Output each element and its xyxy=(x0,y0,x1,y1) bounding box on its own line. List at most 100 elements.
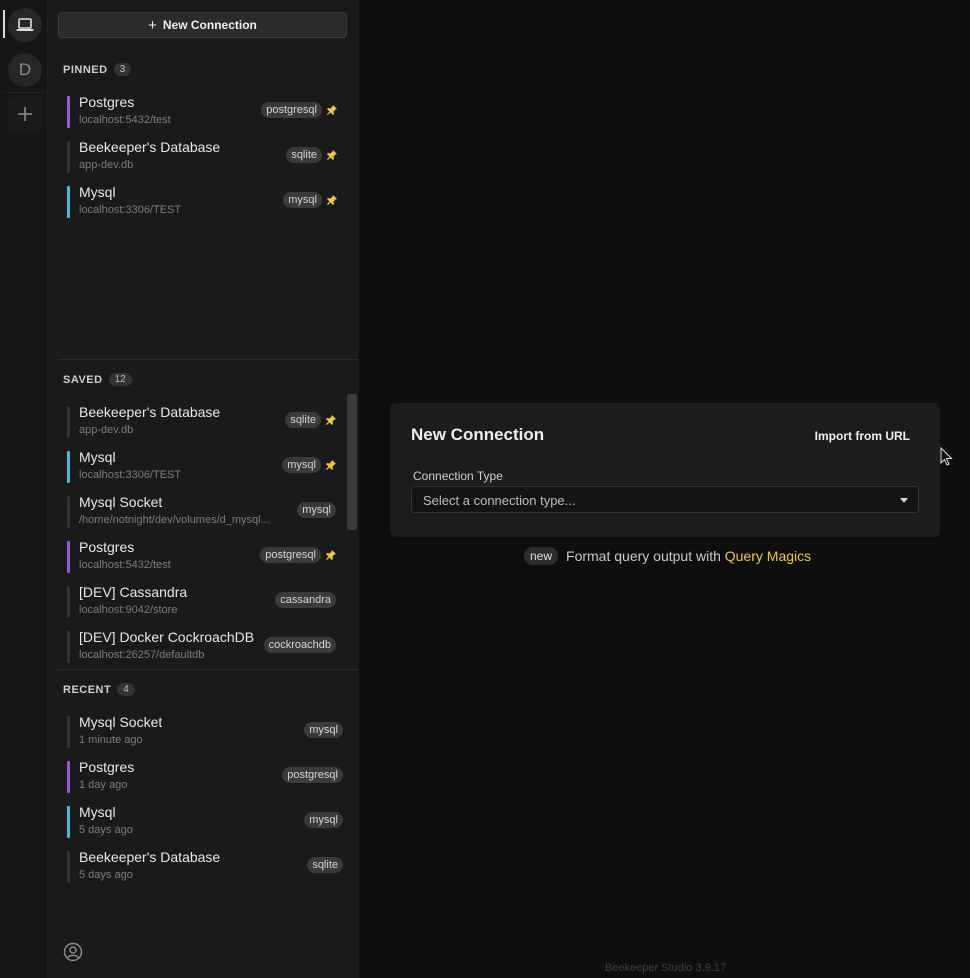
db-type-badge: mysql xyxy=(297,502,336,518)
new-connection-button[interactable]: + New Connection xyxy=(58,12,347,38)
connection-item[interactable]: Beekeeper's Database app-dev.db sqlite xyxy=(58,402,338,447)
connection-color-bar xyxy=(67,496,70,528)
connection-item[interactable]: Beekeeper's Database app-dev.db sqlite xyxy=(58,137,347,182)
connection-item[interactable]: Mysql 5 days ago mysql xyxy=(58,802,347,847)
connection-subtitle: /home/notnight/dev/volumes/d_mysql... xyxy=(79,514,270,526)
pin-icon[interactable] xyxy=(326,460,336,470)
recent-title: RECENT xyxy=(63,683,112,696)
connection-subtitle: 5 days ago xyxy=(79,824,133,836)
pin-icon[interactable] xyxy=(327,105,337,115)
connection-meta: mysql xyxy=(304,812,343,828)
new-connection-card: New Connection Import from URL Connectio… xyxy=(390,403,940,537)
caret-down-icon xyxy=(900,498,908,503)
connection-color-bar xyxy=(67,96,70,128)
saved-list: Beekeeper's Database app-dev.db sqlite Mysq… xyxy=(58,402,338,664)
plus-icon: + xyxy=(148,16,157,34)
connection-color-bar xyxy=(67,851,70,883)
select-placeholder: Select a connection type... xyxy=(423,493,576,508)
saved-scrollbar[interactable] xyxy=(347,394,357,530)
connection-subtitle: localhost:3306/TEST xyxy=(79,204,182,216)
new-connection-label: New Connection xyxy=(162,18,257,32)
connection-name: Postgres xyxy=(79,539,135,555)
connection-subtitle: localhost:26257/defaultdb xyxy=(79,649,205,661)
promo-banner: new Format query output with Query Magic… xyxy=(524,547,811,565)
connection-sidebar: + New Connection PINNED 3 Postgres localh… xyxy=(48,0,359,978)
db-type-badge: sqlite xyxy=(307,857,343,873)
connection-item[interactable]: Postgres localhost:5432/test postgresql xyxy=(58,92,347,137)
connection-item[interactable]: [DEV] Cassandra localhost:9042/store cassa… xyxy=(58,582,338,627)
connection-meta: cockroachdb xyxy=(263,637,336,653)
connection-color-bar xyxy=(67,406,70,438)
connection-subtitle: 1 day ago xyxy=(79,779,128,791)
mouse-cursor-icon xyxy=(940,447,953,466)
recent-header: RECENT 4 xyxy=(63,683,135,696)
new-badge: new xyxy=(524,547,559,565)
workspace-letter: D xyxy=(18,60,32,79)
connection-item[interactable]: [DEV] Docker CockroachDB localhost:26257/… xyxy=(58,627,338,664)
pinned-title: PINNED xyxy=(63,63,108,76)
connection-color-bar xyxy=(67,716,70,748)
saved-count: 12 xyxy=(108,373,132,386)
connection-name: Mysql xyxy=(79,449,116,465)
connection-meta: mysql xyxy=(304,722,343,738)
connection-item[interactable]: Mysql localhost:3306/TEST mysql xyxy=(58,182,347,227)
version-label: Beekeeper Studio 3.9.17 xyxy=(605,962,727,974)
activity-bar: D xyxy=(0,0,48,978)
user-circle-icon[interactable] xyxy=(63,942,83,962)
connection-color-bar xyxy=(67,541,70,573)
db-type-badge: cassandra xyxy=(275,592,336,608)
connection-meta: postgresql xyxy=(260,547,336,563)
connection-subtitle: localhost:5432/test xyxy=(79,559,171,571)
connection-name: Postgres xyxy=(79,759,135,775)
db-type-badge: mysql xyxy=(304,722,343,738)
connection-subtitle: 5 days ago xyxy=(79,869,133,881)
import-from-url-button[interactable]: Import from URL xyxy=(815,429,910,443)
db-type-badge: postgresql xyxy=(260,547,321,563)
connection-name: [DEV] Cassandra xyxy=(79,584,188,600)
recent-count: 4 xyxy=(117,683,135,696)
connection-meta: mysql xyxy=(297,502,336,518)
pin-icon[interactable] xyxy=(326,415,336,425)
saved-scroll-area[interactable]: Beekeeper's Database app-dev.db sqlite Mysq… xyxy=(58,402,359,664)
connection-meta: mysql xyxy=(283,192,337,208)
db-type-badge: cockroachdb xyxy=(263,637,336,653)
pin-icon[interactable] xyxy=(326,550,336,560)
connection-type-select[interactable]: Select a connection type... xyxy=(411,486,919,513)
recent-list: Mysql Socket 1 minute ago mysql Postgres 1 d… xyxy=(58,712,347,892)
workspace-avatar[interactable]: D xyxy=(8,53,42,87)
connection-name: Mysql xyxy=(79,804,116,820)
saved-title: SAVED xyxy=(63,373,103,386)
connection-color-bar xyxy=(67,186,70,218)
db-type-badge: mysql xyxy=(304,812,343,828)
connection-color-bar xyxy=(67,631,70,663)
connection-color-bar xyxy=(67,806,70,838)
add-workspace-button[interactable] xyxy=(8,97,42,131)
connection-item[interactable]: Mysql localhost:3306/TEST mysql xyxy=(58,447,338,492)
connection-item[interactable]: Beekeeper's Database 5 days ago sqlite xyxy=(58,847,347,892)
connection-subtitle: 1 minute ago xyxy=(79,734,143,746)
connection-item[interactable]: Postgres localhost:5432/test postgresql xyxy=(58,537,338,582)
connection-color-bar xyxy=(67,586,70,618)
connection-item[interactable]: Postgres 1 day ago postgresql xyxy=(58,757,347,802)
pin-icon[interactable] xyxy=(327,195,337,205)
query-magics-link[interactable]: Query Magics xyxy=(725,548,811,564)
promo-message: Format query output with xyxy=(566,548,721,564)
db-type-badge: postgresql xyxy=(261,102,322,118)
pinned-count: 3 xyxy=(113,63,132,76)
connection-item[interactable]: Mysql Socket/home/notnight/dev/volumes/d… xyxy=(58,492,338,537)
connection-meta: postgresql xyxy=(282,767,343,783)
promo-text: Format query output with Query Magics xyxy=(566,548,811,564)
connection-item[interactable]: Mysql Socket 1 minute ago mysql xyxy=(58,712,347,757)
connection-meta: sqlite xyxy=(286,147,337,163)
connection-subtitle: localhost:3306/TEST xyxy=(79,469,182,481)
connection-name: Mysql xyxy=(79,184,116,200)
connection-meta: postgresql xyxy=(261,102,337,118)
card-title: New Connection xyxy=(411,425,545,444)
main-panel: New Connection Import from URL Connectio… xyxy=(359,0,970,978)
pinned-header: PINNED 3 xyxy=(63,63,132,76)
plus-icon xyxy=(18,107,32,121)
section-divider xyxy=(58,359,359,360)
connections-button[interactable] xyxy=(8,8,42,42)
pin-icon[interactable] xyxy=(327,150,337,160)
connection-subtitle: localhost:9042/store xyxy=(79,604,178,616)
